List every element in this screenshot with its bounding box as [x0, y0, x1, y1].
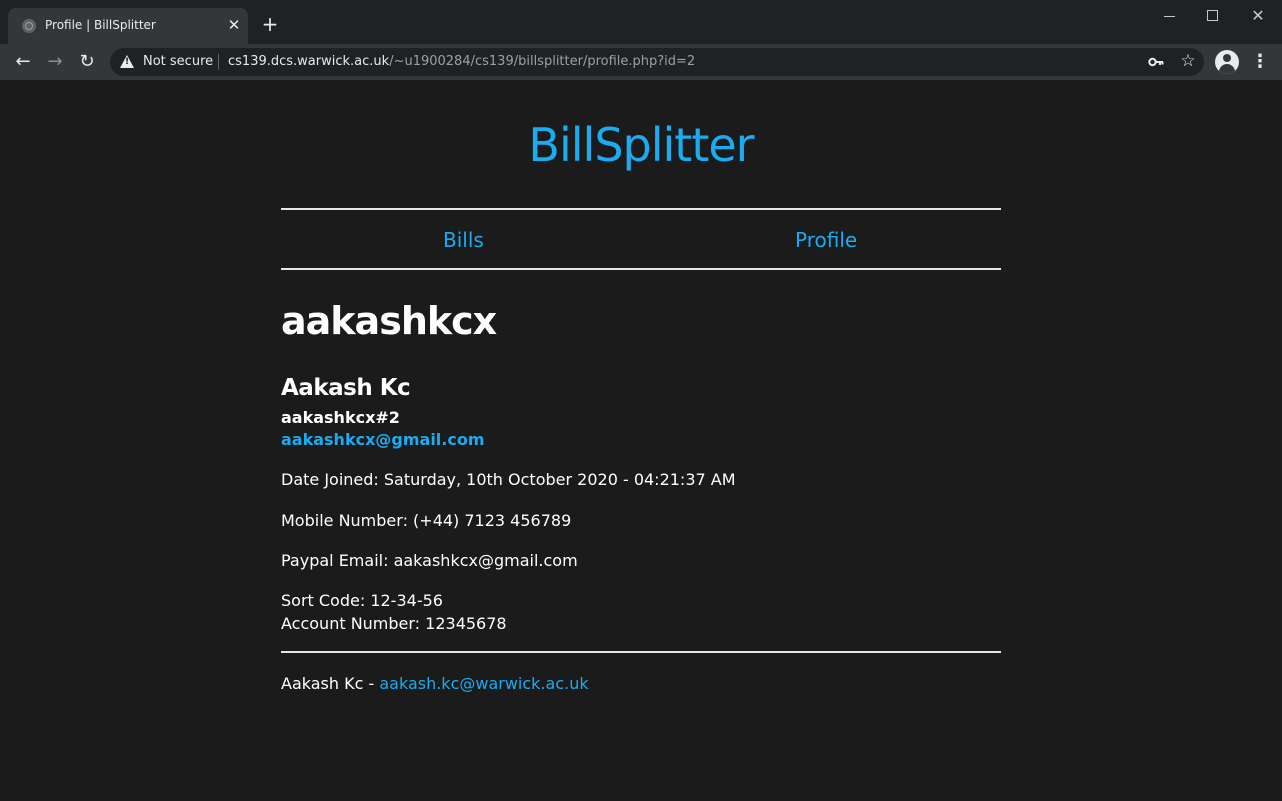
nav-link-profile[interactable]: Profile — [795, 228, 857, 252]
tab-title: Profile | BillSplitter — [45, 18, 156, 32]
browser-tab[interactable]: Profile | BillSplitter ✕ — [8, 8, 248, 44]
profile-mobile-number: Mobile Number: (+44) 7123 456789 — [281, 511, 572, 530]
nav-top-divider — [281, 208, 1001, 210]
new-tab-button[interactable]: + — [260, 14, 280, 34]
browser-toolbar: ← → ↻ Not secure cs139.dcs.warwick.ac.uk… — [0, 44, 1282, 80]
avatar-body — [1219, 64, 1235, 74]
footer-author: Aakash Kc - — [281, 674, 380, 693]
forward-arrow-icon[interactable]: → — [43, 50, 67, 74]
back-arrow-icon[interactable]: ← — [11, 50, 35, 74]
site-title: BillSplitter — [528, 118, 754, 172]
address-bar[interactable]: Not secure cs139.dcs.warwick.ac.uk/~u190… — [110, 48, 1204, 76]
page-content: BillSplitter Bills Profile aakashkcx Aak… — [0, 80, 1282, 801]
profile-username: aakashkcx — [281, 299, 497, 343]
profile-account-number: Account Number: 12345678 — [281, 614, 507, 633]
profile-paypal-email: Paypal Email: aakashkcx@gmail.com — [281, 551, 578, 570]
profile-full-name: Aakash Kc — [281, 375, 411, 401]
browser-titlebar: Profile | BillSplitter ✕ + ✕ — [0, 0, 1282, 44]
profile-email-link[interactable]: aakashkcx@gmail.com — [281, 430, 485, 449]
reload-icon[interactable]: ↻ — [75, 50, 99, 74]
nav-bottom-divider — [281, 268, 1001, 270]
profile-user-tag: aakashkcx#2 — [281, 408, 400, 427]
globe-icon — [22, 19, 36, 33]
minimize-window-button[interactable] — [1160, 6, 1180, 26]
footer-email-link[interactable]: aakash.kc@warwick.ac.uk — [379, 674, 588, 693]
key-icon[interactable] — [1148, 54, 1164, 70]
bookmark-star-icon[interactable]: ☆ — [1178, 51, 1198, 71]
profile-sort-code: Sort Code: 12-34-56 — [281, 591, 443, 610]
profile-avatar-icon[interactable] — [1215, 50, 1239, 74]
url-text[interactable]: cs139.dcs.warwick.ac.uk/~u1900284/cs139/… — [228, 54, 695, 69]
maximize-window-button[interactable] — [1202, 6, 1222, 26]
nav-link-bills[interactable]: Bills — [443, 228, 484, 252]
address-divider — [218, 54, 219, 70]
footer-divider — [281, 651, 1001, 653]
close-window-button[interactable]: ✕ — [1248, 6, 1268, 26]
url-host: cs139.dcs.warwick.ac.uk — [228, 54, 390, 69]
avatar-head — [1223, 54, 1231, 62]
close-tab-icon[interactable]: ✕ — [226, 17, 242, 33]
security-status[interactable]: Not secure — [143, 54, 213, 69]
warning-icon[interactable] — [120, 55, 134, 68]
footer: Aakash Kc - aakash.kc@warwick.ac.uk — [281, 674, 589, 693]
kebab-menu-icon[interactable]: ⋮ — [1250, 50, 1270, 74]
profile-date-joined: Date Joined: Saturday, 10th October 2020… — [281, 470, 736, 489]
url-path: /~u1900284/cs139/billsplitter/profile.ph… — [389, 54, 696, 69]
